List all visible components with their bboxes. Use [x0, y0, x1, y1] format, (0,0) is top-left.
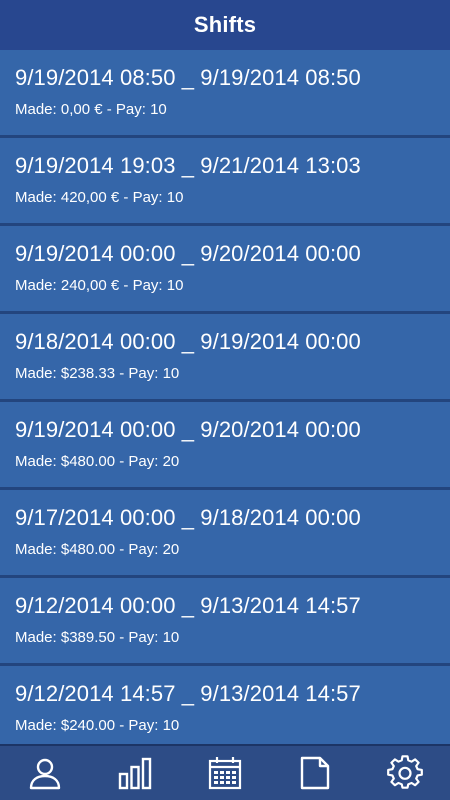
shift-range: 9/19/2014 19:03 _ 9/21/2014 13:03 — [15, 153, 361, 178]
tab-reports[interactable] — [270, 746, 360, 800]
list-item[interactable]: 9/19/2014 00:00 _ 9/20/2014 00:00 Made: … — [0, 402, 450, 490]
shift-range: 9/19/2014 00:00 _ 9/20/2014 00:00 — [15, 241, 361, 266]
list-item[interactable]: 9/19/2014 19:03 _ 9/21/2014 13:03 Made: … — [0, 138, 450, 226]
shift-detail: Made: $238.33 - Pay: 10 — [15, 365, 180, 382]
list-item[interactable]: 9/12/2014 00:00 _ 9/13/2014 14:57 Made: … — [0, 578, 450, 666]
calendar-icon — [208, 757, 242, 790]
shift-range: 9/18/2014 00:00 _ 9/19/2014 00:00 — [15, 329, 361, 354]
shift-detail: Made: $480.00 - Pay: 20 — [15, 453, 180, 470]
shift-detail: Made: 240,00 € - Pay: 10 — [15, 277, 184, 294]
bottom-tab-bar — [0, 744, 450, 800]
document-icon — [300, 756, 330, 790]
page-title: Shifts — [193, 12, 257, 37]
gear-icon — [387, 755, 423, 789]
list-item[interactable]: 9/12/2014 14:57 _ 9/13/2014 14:57 Made: … — [0, 666, 450, 744]
tab-settings[interactable] — [360, 746, 450, 800]
shift-detail: Made: $480.00 - Pay: 20 — [15, 541, 180, 558]
shift-range: 9/17/2014 00:00 _ 9/18/2014 00:00 — [15, 505, 361, 530]
tab-calendar[interactable] — [180, 746, 270, 800]
shift-list[interactable]: 9/19/2014 08:50 _ 9/19/2014 08:50 Made: … — [0, 50, 450, 744]
shift-detail: Made: 0,00 € - Pay: 10 — [15, 101, 167, 118]
shift-range: 9/12/2014 14:57 _ 9/13/2014 14:57 — [15, 681, 361, 706]
shift-range: 9/12/2014 00:00 _ 9/13/2014 14:57 — [15, 593, 361, 618]
shift-detail: Made: $389.50 - Pay: 10 — [15, 629, 180, 646]
shift-range: 9/19/2014 00:00 _ 9/20/2014 00:00 — [15, 417, 361, 442]
shift-range: 9/19/2014 08:50 _ 9/19/2014 08:50 — [15, 65, 361, 90]
tab-statistics[interactable] — [90, 746, 180, 800]
shift-detail: Made: 420,00 € - Pay: 10 — [15, 189, 184, 206]
list-item[interactable]: 9/18/2014 00:00 _ 9/19/2014 00:00 Made: … — [0, 314, 450, 402]
app-header: Shifts — [0, 0, 450, 50]
shift-detail: Made: $240.00 - Pay: 10 — [15, 717, 180, 734]
bar-chart-icon — [118, 757, 152, 790]
tab-profile[interactable] — [0, 746, 90, 800]
list-item[interactable]: 9/19/2014 00:00 _ 9/20/2014 00:00 Made: … — [0, 226, 450, 314]
list-item[interactable]: 9/19/2014 08:50 _ 9/19/2014 08:50 Made: … — [0, 50, 450, 138]
list-item[interactable]: 9/17/2014 00:00 _ 9/18/2014 00:00 Made: … — [0, 490, 450, 578]
person-icon — [29, 758, 61, 790]
